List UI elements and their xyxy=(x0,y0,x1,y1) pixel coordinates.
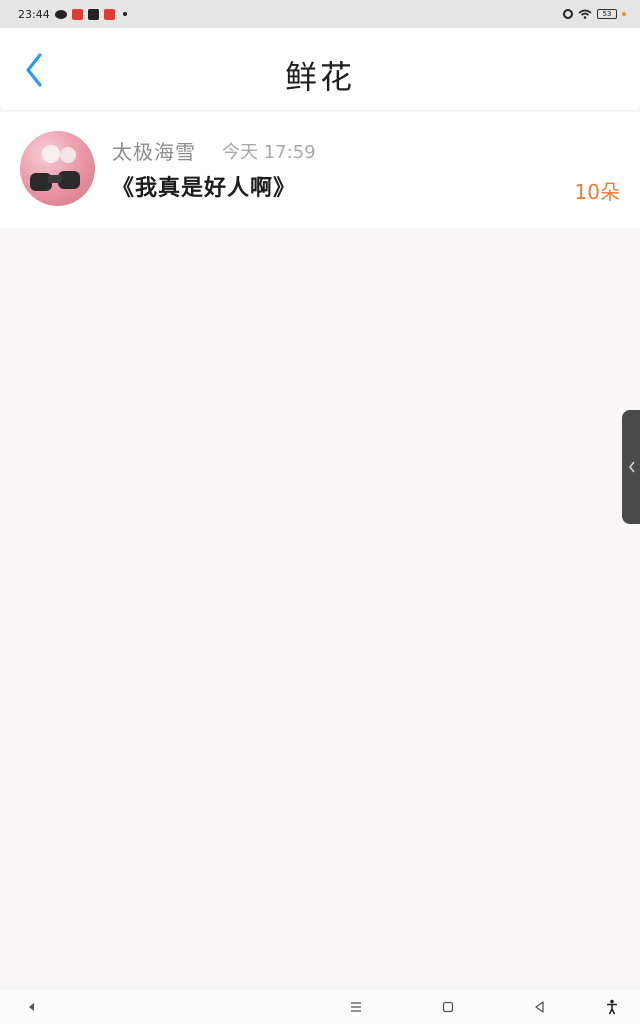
notification-app-icon xyxy=(103,8,115,20)
accessibility-icon[interactable] xyxy=(600,996,624,1018)
menu-icon[interactable] xyxy=(344,996,368,1018)
message-text: 《我真是好人啊》 xyxy=(112,175,297,201)
back-triangle-icon[interactable] xyxy=(20,996,44,1018)
charging-dot-icon xyxy=(622,12,626,16)
status-time: 23:44 xyxy=(18,7,50,21)
chevron-left-icon xyxy=(629,461,635,473)
notification-app-icon xyxy=(71,8,83,20)
side-drawer-handle[interactable] xyxy=(622,410,640,524)
wifi-icon xyxy=(578,9,592,19)
wechat-icon xyxy=(54,9,67,19)
avatar-fluff xyxy=(60,147,76,163)
battery-icon: 53 xyxy=(597,9,617,19)
status-right: 53 xyxy=(563,9,626,19)
status-bar: 23:44 53 xyxy=(0,0,640,28)
username[interactable]: 太极海雪 xyxy=(112,136,196,165)
avatar-fluff xyxy=(42,145,60,163)
page-title: 鲜花 xyxy=(284,58,355,96)
back-icon[interactable] xyxy=(528,996,552,1018)
flower-count: 10朵 xyxy=(574,180,620,204)
navigation-bar xyxy=(0,990,640,1024)
home-square-icon[interactable] xyxy=(436,996,460,1018)
timestamp: 今天 17:59 xyxy=(222,142,316,163)
header: 鲜花 xyxy=(0,28,640,110)
more-notifications-dot-icon xyxy=(122,12,127,16)
user-avatar[interactable] xyxy=(20,131,95,206)
list-item[interactable]: 太极海雪 今天 17:59 《我真是好人啊》 10朵 xyxy=(0,112,640,228)
notification-app-icon xyxy=(87,8,99,20)
status-left: 23:44 xyxy=(18,8,127,21)
alarm-icon xyxy=(563,9,573,19)
avatar-binocular-bridge xyxy=(48,175,62,183)
